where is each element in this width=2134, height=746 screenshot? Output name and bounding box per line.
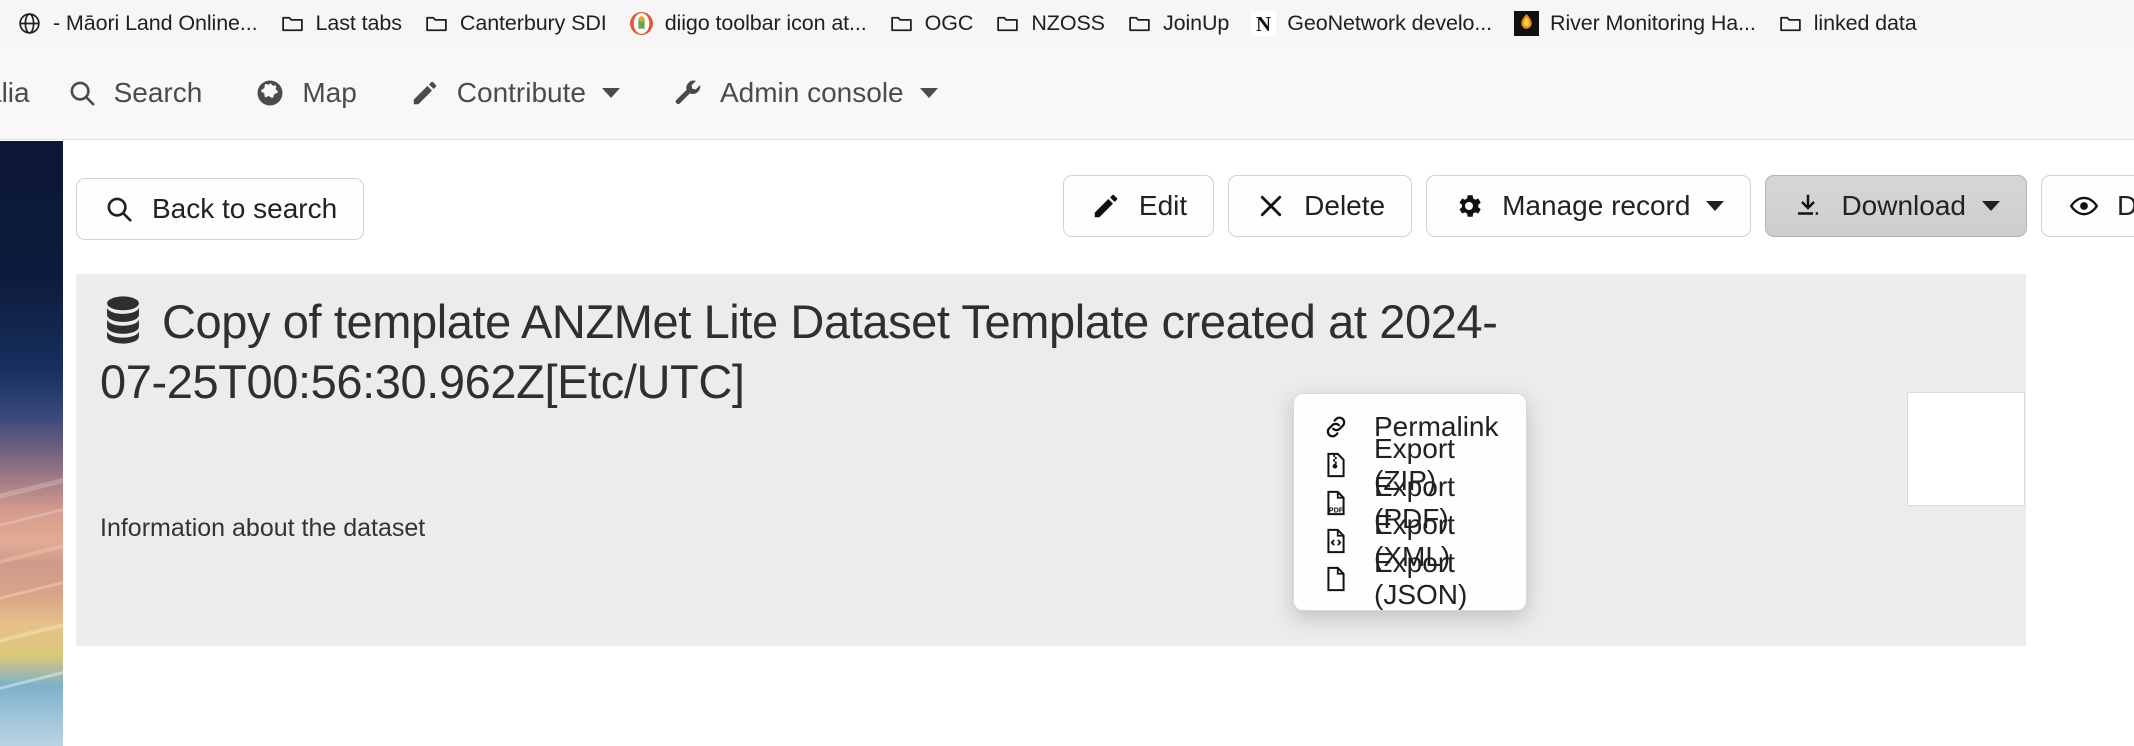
- menu-item-export-json[interactable]: Export (JSON): [1294, 547, 1526, 610]
- folder-icon: [1127, 11, 1152, 36]
- nav-item-label: Map: [302, 76, 357, 108]
- bookmark-label: diigo toolbar icon at...: [664, 10, 867, 35]
- river-monitoring-icon: [1514, 10, 1540, 36]
- bookmark-label: GeoNetwork develo...: [1287, 10, 1493, 35]
- bookmark-item[interactable]: River Monitoring Ha...: [1503, 4, 1767, 42]
- site-brand[interactable]: alia: [0, 77, 40, 109]
- record-toolbar: Back to search Edit Delete Manage record…: [76, 175, 2134, 243]
- geonetwork-n-icon: N: [1251, 10, 1277, 36]
- site-top-navigation: alia Search Map Contribute: [0, 46, 2134, 140]
- eye-icon: [2068, 190, 2100, 222]
- download-dropdown-menu: Permalink Export (ZIP) PDF Export (PDF) …: [1293, 393, 1527, 611]
- pencil-icon: [1090, 190, 1122, 222]
- back-to-search-label: Back to search: [152, 193, 338, 224]
- nav-item-label: Admin console: [719, 76, 904, 108]
- database-icon: [100, 295, 146, 356]
- bookmark-label: NZOSS: [1031, 10, 1105, 35]
- nav-item-contribute[interactable]: Contribute: [383, 46, 646, 139]
- nav-item-label: Search: [113, 76, 203, 108]
- download-icon: [1792, 190, 1824, 222]
- download-button[interactable]: Download: [1765, 175, 2027, 237]
- display-label: Disp: [2116, 190, 2134, 221]
- file-zip-icon: [1320, 448, 1352, 482]
- folder-icon: [280, 11, 305, 36]
- display-button[interactable]: Disp: [2040, 175, 2134, 237]
- bookmark-item[interactable]: N GeoNetwork develo...: [1240, 4, 1503, 42]
- bookmark-item[interactable]: Last tabs: [269, 4, 413, 42]
- nav-item-map[interactable]: Map: [228, 46, 382, 139]
- chevron-down-icon: [1706, 201, 1725, 211]
- folder-icon: [1778, 11, 1803, 36]
- wrench-icon: [672, 77, 704, 109]
- bookmark-label: OGC: [924, 10, 974, 35]
- svg-text:PDF: PDF: [1329, 505, 1344, 514]
- page-title: Copy of template ANZMet Lite Dataset Tem…: [100, 295, 1500, 408]
- page-body: Back to search Edit Delete Manage record…: [0, 141, 2134, 746]
- diigo-icon: [629, 11, 654, 36]
- svg-text:N: N: [1256, 11, 1271, 35]
- bookmark-label: River Monitoring Ha...: [1550, 10, 1756, 35]
- folder-icon: [995, 11, 1020, 36]
- close-x-icon: [1255, 190, 1287, 222]
- back-to-search-button[interactable]: Back to search: [76, 178, 365, 240]
- chevron-down-icon: [601, 87, 620, 98]
- delete-button[interactable]: Delete: [1228, 175, 1413, 237]
- edit-button[interactable]: Edit: [1062, 175, 1215, 237]
- bookmark-item[interactable]: OGC: [878, 4, 985, 42]
- bookmark-label: Canterbury SDI: [459, 10, 607, 35]
- bookmark-item[interactable]: JoinUp: [1116, 4, 1240, 42]
- bookmark-item[interactable]: Canterbury SDI: [413, 4, 618, 42]
- bookmark-item[interactable]: linked data: [1767, 4, 1928, 42]
- record-title-text: Copy of template ANZMet Lite Dataset Tem…: [100, 295, 1498, 408]
- manage-record-button[interactable]: Manage record: [1426, 175, 1752, 237]
- gear-icon: [1453, 190, 1485, 222]
- delete-label: Delete: [1304, 190, 1386, 221]
- nav-item-admin-console[interactable]: Admin console: [646, 46, 964, 139]
- download-label: Download: [1841, 190, 1966, 221]
- edit-label: Edit: [1138, 190, 1188, 221]
- pencil-icon: [409, 77, 441, 109]
- record-abstract: Information about the dataset: [100, 514, 426, 542]
- bookmark-label: - Māori Land Online...: [53, 10, 258, 35]
- manage-record-label: Manage record: [1502, 190, 1691, 221]
- file-xml-icon: [1320, 524, 1352, 558]
- record-summary-panel: Copy of template ANZMet Lite Dataset Tem…: [76, 274, 2026, 646]
- record-action-buttons: Edit Delete Manage record Download D: [1062, 175, 2134, 237]
- search-icon: [66, 77, 98, 109]
- globe-icon: [17, 11, 42, 36]
- globe-icon: [254, 77, 286, 109]
- bookmark-label: Last tabs: [315, 10, 402, 35]
- folder-icon: [424, 11, 449, 36]
- folder-icon: [889, 11, 914, 36]
- record-thumbnail-placeholder: [1907, 392, 2025, 506]
- decorative-sunset-image: [0, 141, 63, 746]
- menu-item-label: Export (JSON): [1374, 547, 1468, 610]
- browser-bookmark-bar: - Māori Land Online... Last tabs Canterb…: [0, 0, 2134, 46]
- record-content-area: Back to search Edit Delete Manage record…: [63, 141, 2134, 746]
- bookmark-item[interactable]: - Māori Land Online...: [6, 4, 269, 42]
- nav-item-label: Contribute: [456, 76, 586, 108]
- link-icon: [1320, 410, 1352, 444]
- bookmark-label: JoinUp: [1162, 10, 1230, 35]
- nav-item-search[interactable]: Search: [40, 46, 229, 139]
- bookmark-item[interactable]: diigo toolbar icon at...: [618, 4, 878, 42]
- file-pdf-icon: PDF: [1320, 486, 1352, 520]
- chevron-down-icon: [1981, 201, 2000, 211]
- chevron-down-icon: [919, 87, 938, 98]
- bookmark-item[interactable]: NZOSS: [984, 4, 1116, 42]
- search-icon: [103, 193, 135, 225]
- file-blank-icon: [1320, 562, 1352, 596]
- bookmark-label: linked data: [1813, 10, 1917, 35]
